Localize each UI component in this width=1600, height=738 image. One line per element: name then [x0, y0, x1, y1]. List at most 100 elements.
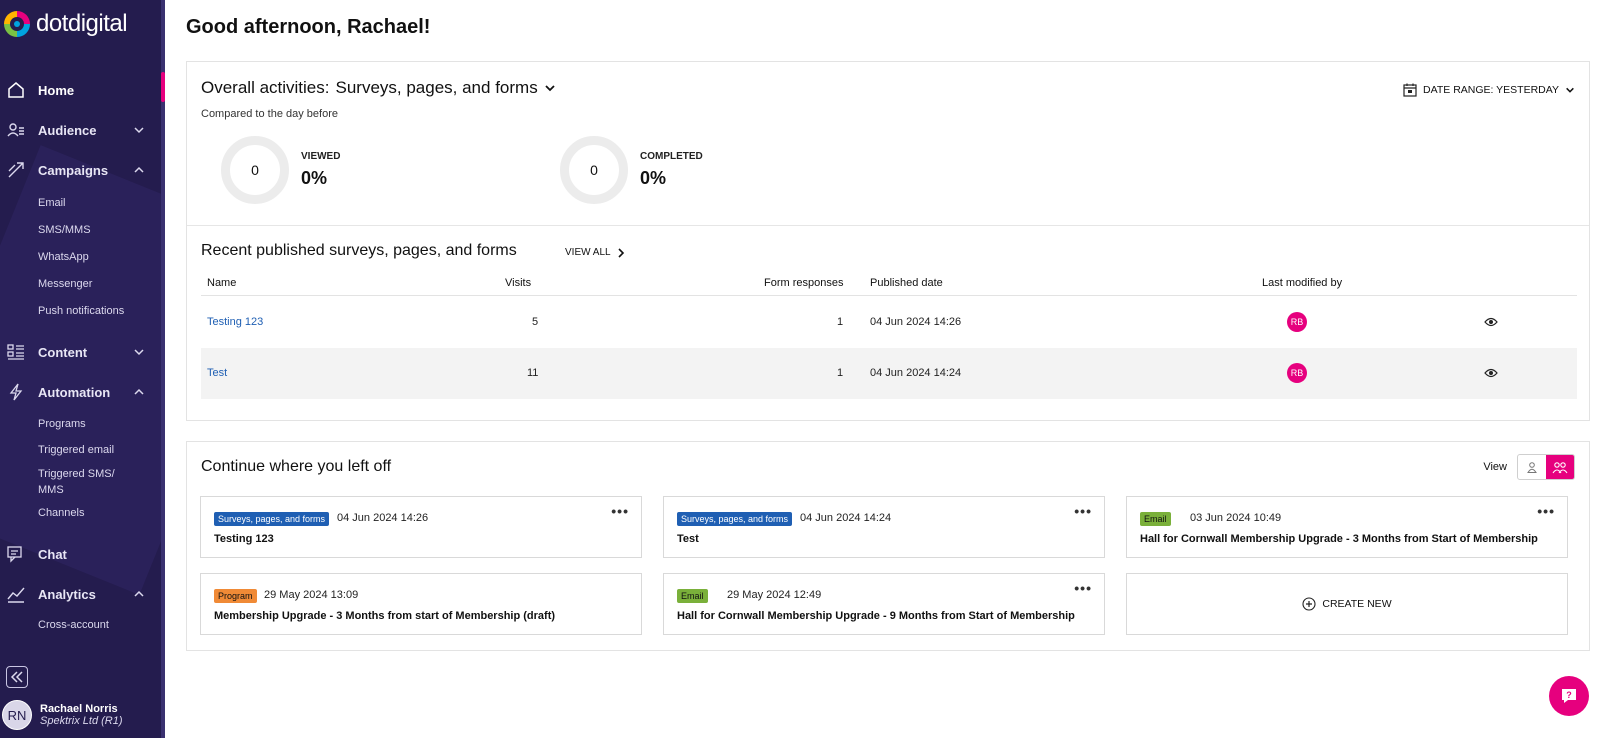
- sidebar-subitem-whatsapp[interactable]: WhatsApp: [38, 249, 89, 265]
- sidebar-item-label: Audience: [38, 122, 97, 138]
- chevron-down-icon[interactable]: [133, 346, 145, 358]
- recent-table-header: Name Visits Form responses Published dat…: [201, 268, 1577, 296]
- sidebar-item-campaigns[interactable]: Campaigns: [0, 152, 161, 188]
- metric-ring: 0: [221, 136, 289, 204]
- item-date: 04 Jun 2024 14:24: [800, 512, 892, 524]
- metric-label: COMPLETED: [640, 151, 703, 162]
- more-options-icon[interactable]: •••: [1074, 503, 1092, 519]
- recent-published-title: Recent published surveys, pages, and for…: [201, 242, 517, 259]
- item-date: 29 May 2024 13:09: [264, 589, 359, 601]
- chevron-down-icon[interactable]: [544, 82, 556, 94]
- sidebar-item-content[interactable]: Content: [0, 334, 161, 370]
- comparison-note: Compared to the day before: [201, 108, 338, 120]
- overall-activities-card: Overall activities: Surveys, pages, and …: [186, 61, 1590, 421]
- avatar: RB: [1287, 363, 1307, 383]
- table-row: Test 11 1 04 Jun 2024 14:24 RB: [201, 348, 1577, 399]
- recent-item-tile[interactable]: Program 29 May 2024 13:09 Membership Upg…: [200, 573, 642, 635]
- help-button[interactable]: ?: [1549, 676, 1589, 716]
- more-options-icon[interactable]: •••: [611, 503, 629, 519]
- sidebar-subitem-email[interactable]: Email: [38, 195, 66, 211]
- user-name: Rachael Norris: [40, 703, 118, 715]
- item-date: 29 May 2024 12:49: [727, 589, 822, 601]
- double-chevron-left-icon: [10, 671, 23, 683]
- chevron-up-icon[interactable]: [133, 386, 145, 398]
- recent-item-tile[interactable]: Email 29 May 2024 12:49 Hall for Cornwal…: [663, 573, 1105, 635]
- sidebar-subitem-channels[interactable]: Channels: [38, 505, 84, 521]
- recent-item-tile[interactable]: Surveys, pages, and forms 04 Jun 2024 14…: [663, 496, 1105, 558]
- column-header-visits[interactable]: Visits: [505, 277, 531, 289]
- chevron-up-icon[interactable]: [133, 164, 145, 176]
- view-label: View: [1483, 461, 1507, 473]
- metric-ring: 0: [560, 136, 628, 204]
- chevron-down-icon[interactable]: [133, 124, 145, 136]
- eye-icon[interactable]: [1484, 316, 1498, 328]
- row-published-date: 04 Jun 2024 14:26: [870, 316, 962, 328]
- sidebar-item-home[interactable]: Home: [0, 72, 161, 108]
- plus-circle-icon: [1302, 597, 1316, 611]
- sidebar: dotdigital Home Audience Campaigns Email: [0, 0, 165, 738]
- create-new-button[interactable]: CREATE NEW: [1126, 573, 1568, 635]
- eye-icon[interactable]: [1484, 367, 1498, 379]
- row-name-link[interactable]: Testing 123: [207, 316, 263, 328]
- sidebar-subitem-cross-account[interactable]: Cross-account: [38, 617, 109, 633]
- avatar: RN: [2, 700, 32, 730]
- sidebar-item-label: Campaigns: [38, 162, 109, 178]
- more-options-icon[interactable]: •••: [1537, 503, 1555, 519]
- dotdigital-logo-icon: [4, 11, 30, 37]
- chevron-up-icon[interactable]: [133, 588, 145, 600]
- metric-viewed: 0 VIEWED 0%: [221, 136, 340, 204]
- sidebar-item-chat[interactable]: Chat: [0, 536, 161, 572]
- item-type-badge: Surveys, pages, and forms: [214, 512, 330, 526]
- date-range-label: DATE RANGE: YESTERDAY: [1423, 84, 1559, 96]
- sidebar-scrollbar[interactable]: [161, 0, 165, 738]
- section-divider: [187, 225, 1589, 226]
- logo-text: dotdigital: [36, 10, 128, 37]
- recent-item-tile[interactable]: Surveys, pages, and forms 04 Jun 2024 14…: [200, 496, 642, 558]
- home-icon: [6, 80, 26, 100]
- sidebar-subitem-messenger[interactable]: Messenger: [38, 276, 92, 292]
- item-date: 04 Jun 2024 14:26: [337, 512, 429, 524]
- sidebar-subitem-triggered-sms[interactable]: Triggered SMS/: [38, 466, 115, 482]
- item-name: Membership Upgrade - 3 Months from start…: [214, 610, 556, 622]
- view-all-link[interactable]: VIEW ALL: [565, 247, 625, 258]
- column-header-published-date[interactable]: Published date: [870, 277, 943, 289]
- date-range-selector[interactable]: DATE RANGE: YESTERDAY: [1403, 83, 1575, 97]
- sidebar-item-label: Automation: [38, 384, 111, 400]
- continue-card: Continue where you left off View Surveys…: [186, 441, 1590, 651]
- item-name: Test: [677, 533, 699, 545]
- item-name: Hall for Cornwall Membership Upgrade - 9…: [677, 610, 1075, 622]
- view-team-button[interactable]: [1546, 455, 1574, 479]
- sidebar-item-automation[interactable]: Automation: [0, 374, 161, 410]
- column-header-name[interactable]: Name: [207, 277, 236, 289]
- sidebar-item-analytics[interactable]: Analytics: [0, 576, 161, 612]
- chat-icon: [6, 544, 26, 564]
- view-mine-button[interactable]: [1518, 455, 1546, 479]
- more-options-icon[interactable]: •••: [1074, 580, 1092, 596]
- sidebar-subitem-sms-mms[interactable]: SMS/MMS: [38, 222, 91, 238]
- automation-icon: [6, 382, 26, 402]
- sidebar-active-indicator: [161, 72, 165, 102]
- sidebar-item-label: Chat: [38, 546, 67, 562]
- activities-header: Overall activities: Surveys, pages, and …: [201, 78, 556, 98]
- sidebar-subitem-triggered-email[interactable]: Triggered email: [38, 442, 114, 458]
- sidebar-item-label: Content: [38, 344, 88, 360]
- sidebar-subitem-triggered-sms-line2[interactable]: MMS: [38, 482, 64, 498]
- row-published-date: 04 Jun 2024 14:24: [870, 367, 962, 379]
- activities-type-selector[interactable]: Surveys, pages, and forms: [335, 78, 537, 98]
- dotdigital-logo[interactable]: dotdigital: [4, 10, 128, 38]
- group-icon: [1552, 462, 1568, 474]
- table-row: Testing 123 5 1 04 Jun 2024 14:26 RB: [201, 297, 1577, 348]
- sidebar-item-audience[interactable]: Audience: [0, 112, 161, 148]
- avatar: RB: [1287, 312, 1307, 332]
- recent-item-tile[interactable]: Email 03 Jun 2024 10:49 Hall for Cornwal…: [1126, 496, 1568, 558]
- column-header-form-responses[interactable]: Form responses: [764, 277, 843, 289]
- row-name-link[interactable]: Test: [207, 367, 227, 379]
- sidebar-subitem-push-notifications[interactable]: Push notifications: [38, 303, 124, 319]
- row-visits: 5: [532, 316, 539, 328]
- collapse-sidebar-button[interactable]: [6, 666, 28, 688]
- sidebar-item-label: Analytics: [38, 586, 96, 602]
- user-org: Spektrix Ltd (R1): [40, 715, 123, 727]
- user-profile[interactable]: RN Rachael Norris Spektrix Ltd (R1): [2, 700, 123, 730]
- sidebar-subitem-programs[interactable]: Programs: [38, 416, 86, 432]
- column-header-last-modified-by[interactable]: Last modified by: [1262, 277, 1342, 289]
